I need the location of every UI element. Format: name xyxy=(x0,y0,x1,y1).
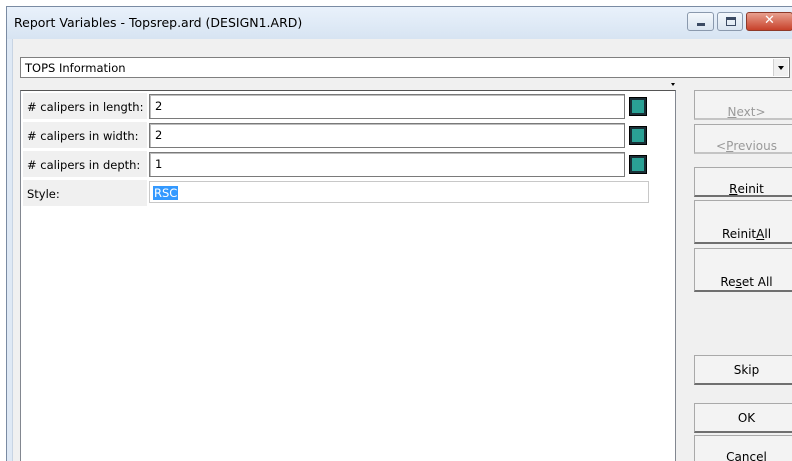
section-dropdown[interactable]: TOPS Information xyxy=(20,57,790,78)
label-part: ll xyxy=(764,227,772,241)
style-label: Style: xyxy=(27,187,60,201)
next-label: Next> xyxy=(727,91,765,119)
dropdown-arrow-icon[interactable] xyxy=(773,59,788,76)
label-part: revious xyxy=(733,139,777,153)
accelerator-key: R xyxy=(729,182,738,196)
cancel-button[interactable]: Cancel xyxy=(694,435,792,461)
reset-all-button[interactable]: Reset All xyxy=(694,248,792,292)
minimize-icon xyxy=(697,23,705,26)
skip-button[interactable]: Skip xyxy=(694,355,792,385)
calipers-length-field[interactable]: 2 xyxy=(149,94,625,119)
field-value: 1 xyxy=(155,157,163,171)
picker-icon[interactable] xyxy=(629,155,647,174)
ok-button[interactable]: OK xyxy=(694,403,792,433)
style-field[interactable]: RSC xyxy=(149,181,649,203)
reinit-label: Reinit xyxy=(729,168,764,196)
picker-icon[interactable] xyxy=(629,126,647,145)
variables-panel: # calipers in length: 2 # calipers in wi… xyxy=(20,90,676,461)
window-title: Report Variables - Topsrep.ard (DESIGN1.… xyxy=(14,15,303,30)
variable-label: # calipers in length: xyxy=(27,100,144,114)
skip-label: Skip xyxy=(733,363,760,377)
style-value-selected: RSC xyxy=(153,186,179,200)
next-button[interactable]: Next> xyxy=(694,90,792,120)
maximize-button[interactable] xyxy=(717,12,743,31)
variable-label: # calipers in depth: xyxy=(27,158,141,172)
accelerator-key: C xyxy=(726,450,735,461)
calipers-depth-field[interactable]: 1 xyxy=(149,152,625,177)
previous-label: <Previous xyxy=(716,125,777,153)
field-value: 2 xyxy=(155,99,163,113)
label-part: Re xyxy=(720,275,736,289)
previous-button[interactable]: <Previous xyxy=(694,124,792,154)
dialog-client-area: TOPS Information # calipers in length: 2… xyxy=(12,39,792,461)
minimize-button[interactable] xyxy=(687,12,714,31)
reinit-all-label: Reinit All xyxy=(722,201,771,241)
reinit-all-button[interactable]: Reinit All xyxy=(694,200,792,244)
reinit-button[interactable]: Reinit xyxy=(694,167,792,197)
label-part: ext> xyxy=(736,105,766,119)
variable-row: Style: RSC xyxy=(23,180,673,207)
close-icon: ✕ xyxy=(764,13,775,28)
title-bar[interactable]: Report Variables - Topsrep.ard (DESIGN1.… xyxy=(7,7,792,39)
label-part: et All xyxy=(741,275,773,289)
reset-all-label: Reset All xyxy=(720,249,772,289)
cancel-label: Cancel xyxy=(726,436,767,461)
variable-row: # calipers in width: 2 xyxy=(23,122,673,149)
label-part: Reinit xyxy=(721,227,757,241)
variable-row: # calipers in depth: 1 xyxy=(23,151,673,178)
label-part: ancel xyxy=(734,450,767,461)
label-part: einit xyxy=(737,182,764,196)
calipers-width-field[interactable]: 2 xyxy=(149,123,625,148)
label-part: < xyxy=(716,139,727,153)
ok-label: OK xyxy=(737,411,756,425)
close-button[interactable]: ✕ xyxy=(746,12,792,31)
accelerator-key: P xyxy=(726,139,734,153)
variable-row: # calipers in length: 2 xyxy=(23,93,673,120)
accelerator-key: N xyxy=(727,105,737,119)
field-value: 2 xyxy=(155,128,163,142)
report-variables-window: Report Variables - Topsrep.ard (DESIGN1.… xyxy=(6,6,792,461)
accelerator-key: A xyxy=(756,227,765,241)
dropdown-arrow-icon[interactable] xyxy=(671,83,675,86)
section-dropdown-value: TOPS Information xyxy=(25,61,126,75)
maximize-icon xyxy=(726,17,736,26)
variable-label: # calipers in width: xyxy=(27,129,139,143)
picker-icon[interactable] xyxy=(629,97,647,116)
